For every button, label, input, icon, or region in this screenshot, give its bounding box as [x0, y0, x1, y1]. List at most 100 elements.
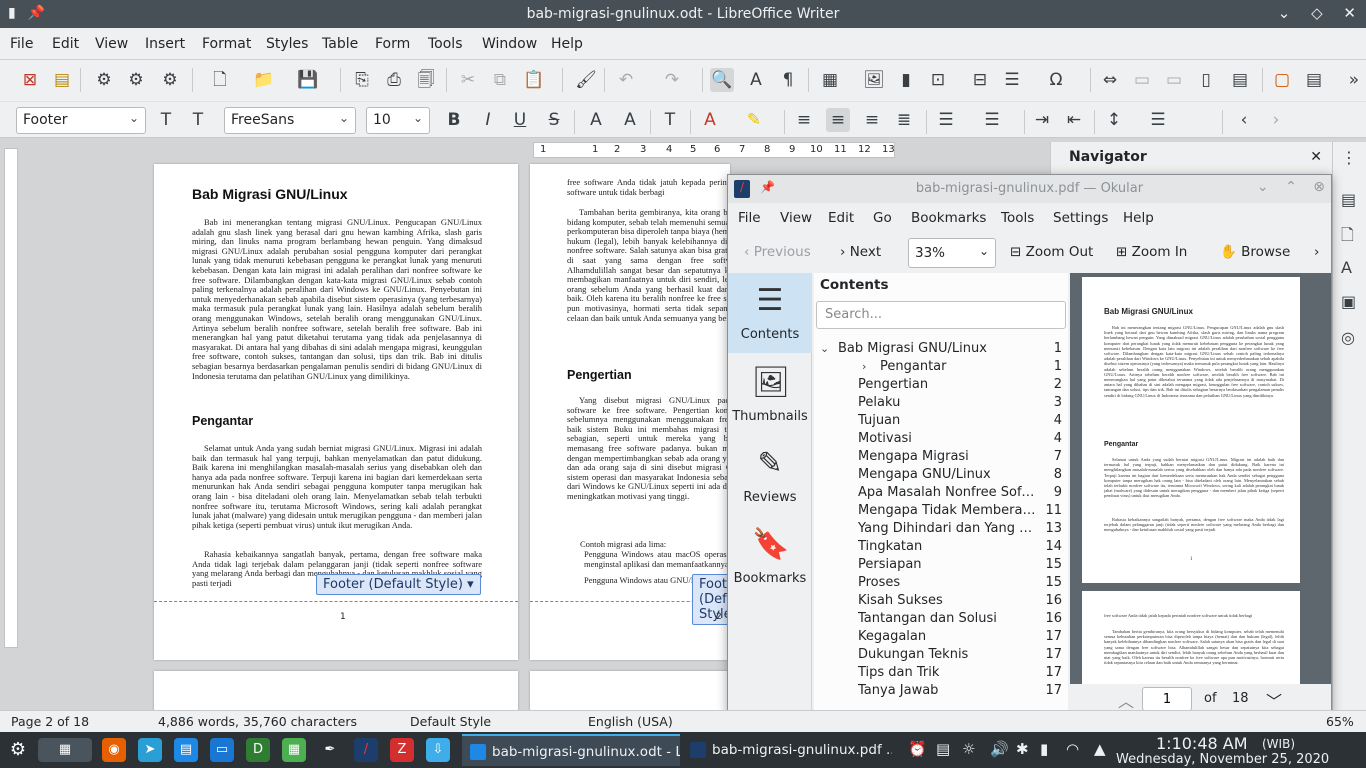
outdent-icon[interactable]: ⇤ — [1062, 108, 1086, 132]
wifi-icon[interactable]: ◠ — [1066, 740, 1079, 758]
numbered-list-icon[interactable]: ☰ — [980, 108, 1004, 132]
menu-form[interactable]: Form — [375, 36, 410, 52]
menu-format[interactable]: Format — [202, 36, 251, 52]
clock-date[interactable]: Wednesday, November 25, 2020 — [1116, 752, 1329, 767]
menu-window[interactable]: Window — [482, 36, 537, 52]
libreoffice-draw-icon[interactable]: D — [246, 738, 270, 762]
zoom-in-button[interactable]: ⊞ Zoom In — [1116, 244, 1187, 260]
telegram-icon[interactable]: ➤ — [138, 738, 162, 762]
special-character-icon[interactable]: Ω — [1044, 68, 1068, 92]
formatting-marks-icon[interactable]: ¶ — [776, 68, 800, 92]
next-page-icon[interactable]: › — [1264, 108, 1288, 132]
redo-icon[interactable]: ↷ — [660, 68, 684, 92]
styles-icon[interactable]: A — [1341, 258, 1352, 277]
menu-file[interactable]: File — [10, 36, 33, 52]
print-icon[interactable]: ⎙ — [382, 68, 406, 92]
battery-icon[interactable]: ▮ — [1040, 740, 1048, 758]
chevron-down-icon[interactable]: ﹀ — [1266, 688, 1282, 712]
clear-formatting-icon[interactable]: T — [658, 108, 682, 132]
okular-menu-bookmarks[interactable]: Bookmarks — [911, 210, 986, 226]
status-word-count[interactable]: 4,886 words, 35,760 characters — [158, 714, 357, 729]
file-manager-icon[interactable]: ▭ — [210, 738, 234, 762]
bold-icon[interactable]: B — [442, 108, 466, 132]
toc-item[interactable]: Dukungan Teknis 17 — [814, 647, 1066, 665]
menu-table[interactable]: Table — [322, 36, 358, 52]
toc-item[interactable]: Mengapa Migrasi 7 — [814, 449, 1066, 467]
autocorrect-icon[interactable]: ▤ — [50, 68, 74, 92]
indent-icon[interactable]: ⇥ — [1030, 108, 1054, 132]
strikethrough-icon[interactable]: S — [542, 108, 566, 132]
tab-bookmarks[interactable]: 🔖 Bookmarks — [728, 517, 812, 597]
paragraph-style-combo[interactable]: Footer ⌄ — [16, 107, 146, 134]
okular-icon[interactable]: / — [354, 738, 378, 762]
more-icon[interactable]: › — [1314, 244, 1319, 260]
okular-menu-help[interactable]: Help — [1123, 210, 1154, 226]
okular-menu-view[interactable]: View — [780, 210, 812, 226]
toc-item[interactable]: Tantangan dan Solusi 16 — [814, 611, 1066, 629]
close-icon[interactable]: ✕ — [1343, 4, 1356, 22]
tab-reviews[interactable]: ✎ Reviews — [728, 436, 812, 516]
zoom-out-button[interactable]: ⊟ Zoom Out — [1010, 244, 1093, 260]
font-size-combo[interactable]: 10 ⌄ — [366, 107, 430, 134]
spellcheck-icon[interactable]: A — [744, 68, 768, 92]
document-page-4[interactable] — [530, 671, 730, 711]
insert-image-icon[interactable]: 🖼 — [862, 68, 886, 92]
chevron-right-icon[interactable]: › — [862, 360, 866, 373]
toc-item[interactable]: ⌄ Bab Migrasi GNU/Linux 1 — [814, 341, 1066, 359]
toc-item[interactable]: Mengapa GNU/Linux 8 — [814, 467, 1066, 485]
compare-icon[interactable]: ⚙ — [158, 68, 182, 92]
app-launcher-icon[interactable]: ⚙ — [6, 738, 30, 762]
track-changes-toolbar-icon[interactable]: ▤ — [1302, 68, 1326, 92]
insert-textbox-icon[interactable]: ⊡ — [926, 68, 950, 92]
menu-tools[interactable]: Tools — [428, 36, 463, 52]
document-page-2[interactable]: free software Anda tidak jatuh kepada pe… — [530, 164, 730, 660]
print-preview-icon[interactable]: 🗐 — [414, 68, 438, 92]
update-style-icon[interactable]: T — [154, 108, 178, 132]
minimize-icon[interactable]: ⌄ — [1278, 4, 1291, 22]
toc-item[interactable]: Kegagalan 17 — [814, 629, 1066, 647]
tab-thumbnails[interactable]: 🖼 Thumbnails — [728, 355, 812, 435]
status-zoom[interactable]: 65% — [1326, 714, 1354, 729]
menu-view[interactable]: View — [95, 36, 128, 52]
page-icon[interactable]: 🗋 — [1341, 224, 1354, 251]
cut-icon[interactable]: ✂ — [456, 68, 480, 92]
spelling-icon[interactable]: ⊠ — [18, 68, 42, 92]
more-options-icon[interactable]: ⋮ — [1341, 148, 1357, 167]
toc-item[interactable]: Pengertian 2 — [814, 377, 1066, 395]
toc-item[interactable]: Apa Masalah Nonfree Softw... 9 — [814, 485, 1066, 503]
maximize-icon[interactable]: ◇ — [1311, 4, 1323, 22]
close-icon[interactable]: ✕ — [1310, 149, 1322, 165]
endnote-icon[interactable]: ▭ — [1162, 68, 1186, 92]
browse-button[interactable]: ✋ Browse — [1220, 244, 1290, 260]
contents-search-input[interactable]: Search... — [816, 301, 1066, 329]
subscript-icon[interactable]: A — [618, 108, 642, 132]
footer-style-tag[interactable]: Footer (Default Style) — [692, 574, 730, 625]
task-okular[interactable]: bab-migrasi-gnulinux.pdf ... — [682, 734, 892, 766]
toc-item[interactable]: Motivasi 4 — [814, 431, 1066, 449]
status-page[interactable]: Page 2 of 18 — [11, 714, 89, 729]
app-z-icon[interactable]: Z — [390, 738, 414, 762]
toc-item[interactable]: Tanya Jawab 17 — [814, 683, 1066, 701]
status-page-style[interactable]: Default Style — [410, 714, 491, 729]
toc-item[interactable]: Pelaku 3 — [814, 395, 1066, 413]
record-changes-icon[interactable]: ⚙ — [92, 68, 116, 92]
insert-table-icon[interactable]: ▦ — [818, 68, 842, 92]
okular-menu-edit[interactable]: Edit — [828, 210, 854, 226]
insert-field-icon[interactable]: ☰ — [1000, 68, 1024, 92]
align-center-icon[interactable]: ≡ — [826, 108, 850, 132]
bookmark-icon[interactable]: ▯ — [1194, 68, 1218, 92]
open-folder-icon[interactable]: 📁 — [252, 68, 276, 92]
document-viewer-icon[interactable]: ▤ — [174, 738, 198, 762]
toc-item[interactable]: Proses 15 — [814, 575, 1066, 593]
toc-item[interactable]: Tujuan 4 — [814, 413, 1066, 431]
inkscape-icon[interactable]: ✒ — [318, 738, 342, 762]
menu-styles[interactable]: Styles — [266, 36, 308, 52]
okular-menu-go[interactable]: Go — [873, 210, 892, 226]
pdf-page-view[interactable]: Bab Migrasi GNU/Linux Bab ini menerangka… — [1070, 273, 1331, 684]
okular-menu-settings[interactable]: Settings — [1053, 210, 1108, 226]
okular-menu-file[interactable]: File — [738, 210, 761, 226]
bluetooth-icon[interactable]: ✱ — [1016, 740, 1029, 758]
footnote-icon[interactable]: ▭ — [1130, 68, 1154, 92]
previous-page-icon[interactable]: ‹ — [1232, 108, 1256, 132]
bullet-list-icon[interactable]: ☰ — [934, 108, 958, 132]
